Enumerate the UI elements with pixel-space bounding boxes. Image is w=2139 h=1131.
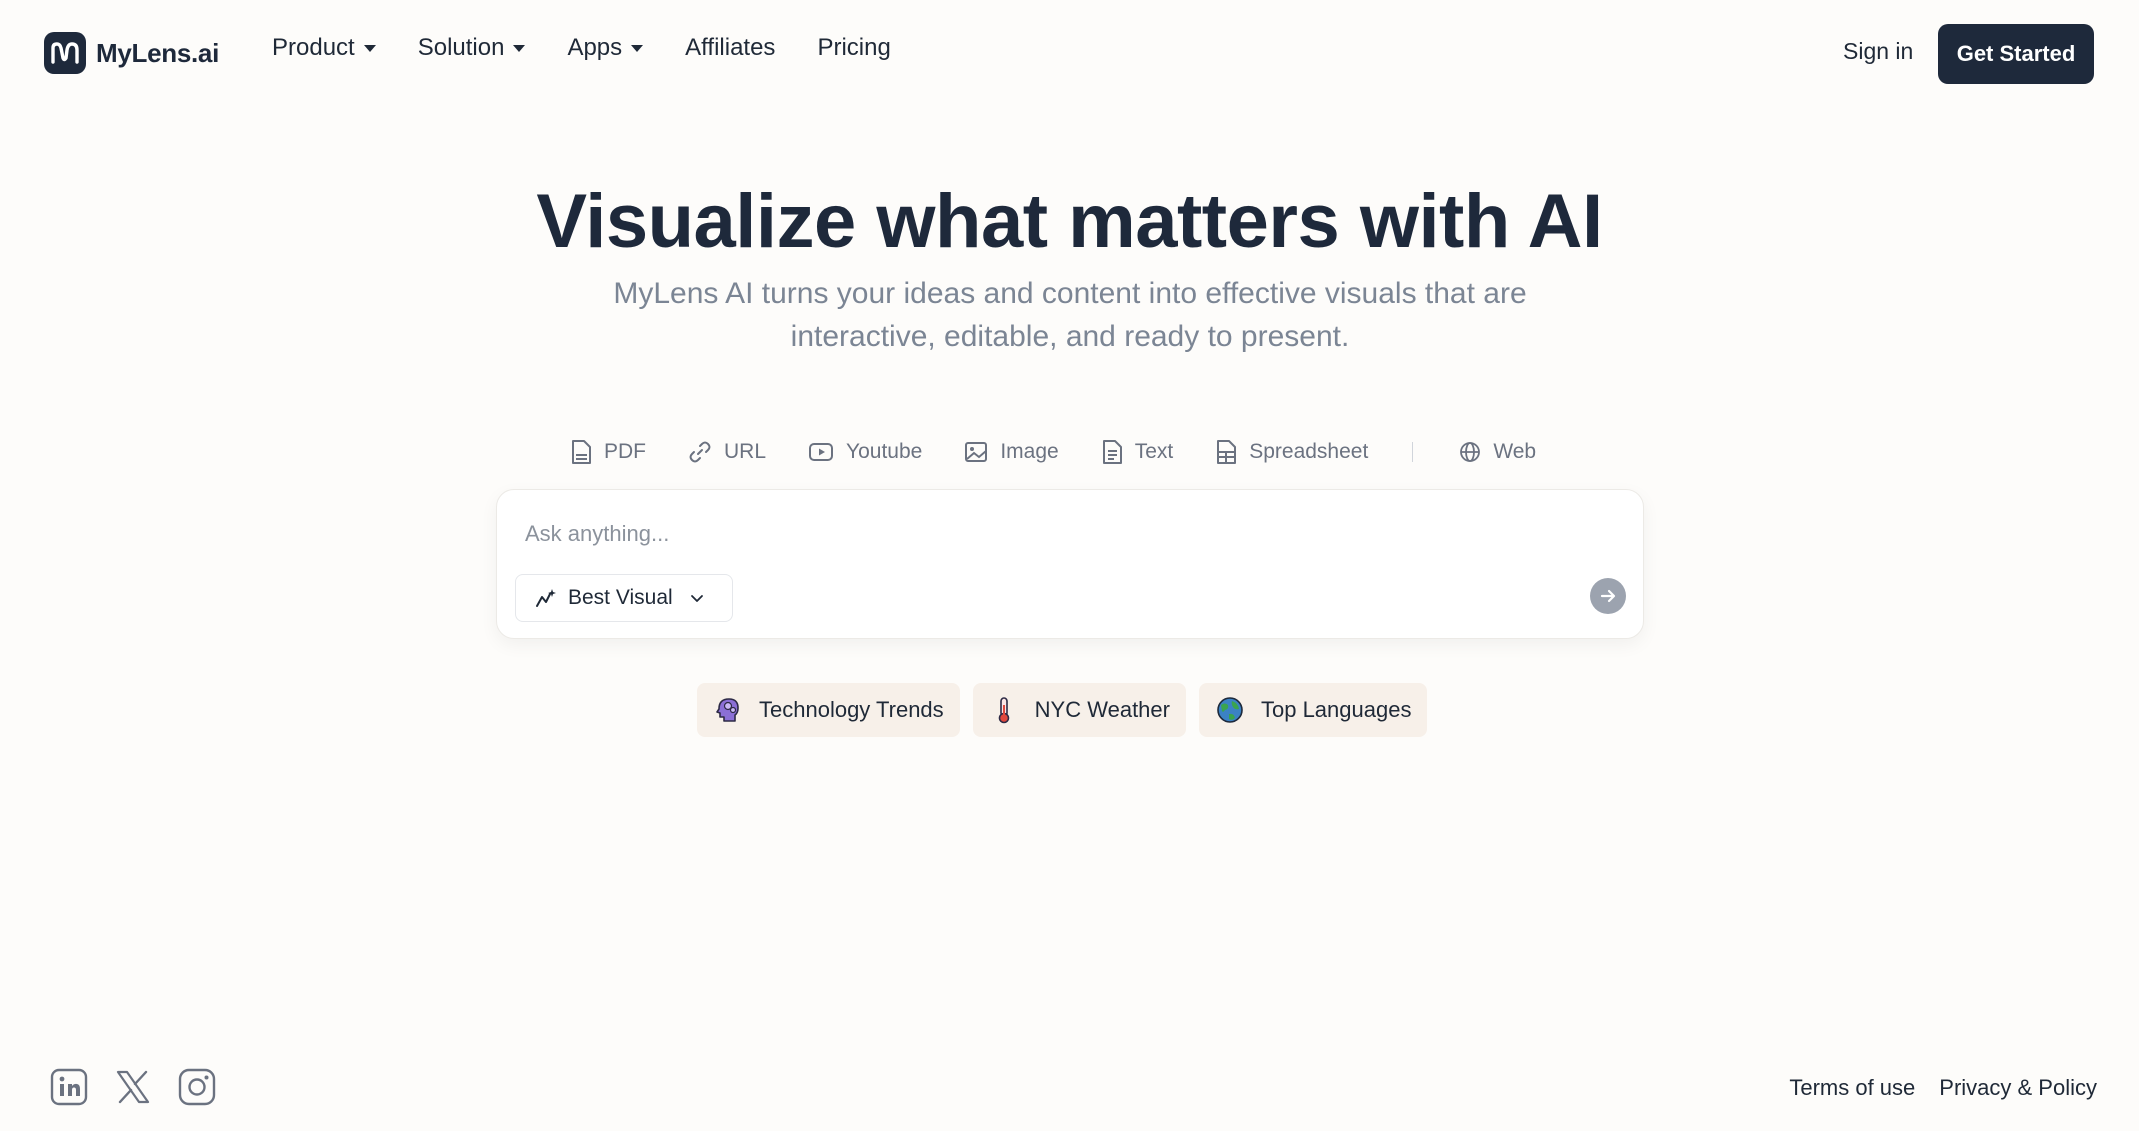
send-button[interactable] [1590, 578, 1626, 614]
nav-apps-label: Apps [567, 34, 623, 61]
source-tab-youtube[interactable]: Youtube [808, 440, 922, 464]
source-tab-pdf[interactable]: PDF [570, 439, 646, 465]
page: MyLens.ai Product Solution Apps Affiliat… [0, 0, 2139, 1131]
ask-input[interactable] [525, 516, 1525, 552]
globe-earth-icon [1215, 695, 1245, 725]
source-tab-label: Web [1493, 440, 1537, 463]
top-nav: MyLens.ai Product Solution Apps Affiliat… [0, 0, 2139, 108]
suggestion-technology-trends[interactable]: Technology Trends [697, 683, 960, 737]
image-icon [965, 442, 988, 462]
x-icon [116, 1070, 150, 1104]
suggestion-label: Top Languages [1260, 697, 1412, 722]
linkedin-link[interactable] [50, 1068, 88, 1106]
suggestion-chips: Technology Trends NYC Weather Top Langua… [697, 683, 1428, 737]
source-tab-label: Youtube [846, 440, 923, 463]
instagram-link[interactable] [178, 1068, 216, 1106]
sparkle-chart-icon [536, 589, 556, 607]
caret-down-icon [363, 44, 376, 52]
terms-of-use-link[interactable]: Terms of use [1789, 1075, 1915, 1101]
footer-links: Terms of use Privacy & Policy [1789, 1075, 2097, 1101]
source-tab-label: Text [1134, 440, 1174, 463]
x-link[interactable] [114, 1068, 152, 1106]
visual-mode-select[interactable]: Best Visual [515, 574, 733, 622]
nav-solution-label: Solution [417, 34, 505, 61]
globe-icon [1460, 442, 1481, 462]
suggestion-nyc-weather[interactable]: NYC Weather [972, 683, 1186, 737]
suggestion-label: NYC Weather [1034, 697, 1170, 722]
nav-affiliates[interactable]: Affiliates [685, 34, 775, 62]
source-tab-web[interactable]: Web [1459, 440, 1536, 464]
source-tab-url[interactable]: URL [688, 440, 766, 464]
pdf-file-icon [572, 440, 591, 464]
logo-mark-icon [44, 32, 86, 74]
source-tabs: PDF URL Youtube Image Text Spreadsheet W… [570, 436, 1578, 468]
source-divider [1412, 442, 1414, 462]
source-tab-label: Image [1000, 440, 1059, 463]
hero-title: Visualize what matters with AI [536, 179, 1603, 264]
nav-pricing[interactable]: Pricing [817, 34, 890, 62]
linkedin-icon [50, 1068, 88, 1106]
nav-product[interactable]: Product [272, 34, 376, 62]
sign-in-link[interactable]: Sign in [1843, 38, 1913, 65]
logo-text: MyLens.ai [96, 37, 220, 68]
thermometer-icon [989, 695, 1019, 725]
arrow-right-icon [1600, 589, 1616, 603]
source-tab-label: PDF [604, 440, 646, 463]
youtube-icon [809, 443, 834, 461]
brain-head-icon [713, 695, 743, 725]
main-nav: Product Solution Apps Affiliates Pricing [272, 34, 891, 62]
privacy-policy-link[interactable]: Privacy & Policy [1939, 1075, 2097, 1101]
link-icon [689, 441, 711, 463]
nav-solution[interactable]: Solution [418, 34, 526, 62]
get-started-button[interactable]: Get Started [1938, 24, 2094, 84]
source-tab-text[interactable]: Text [1101, 439, 1174, 465]
instagram-icon [178, 1068, 216, 1106]
source-tab-spreadsheet[interactable]: Spreadsheet [1215, 439, 1368, 465]
source-tab-label: Spreadsheet [1249, 440, 1369, 463]
nav-affiliates-label: Affiliates [685, 34, 776, 61]
hero-subtitle: MyLens AI turns your ideas and content i… [613, 277, 1527, 353]
ask-box: Best Visual [496, 489, 1644, 639]
source-tab-image[interactable]: Image [964, 440, 1059, 464]
nav-product-label: Product [272, 34, 355, 61]
caret-down-icon [631, 44, 644, 52]
nav-pricing-label: Pricing [817, 34, 891, 61]
chevron-down-icon [690, 595, 703, 602]
suggestion-label: Technology Trends [759, 697, 944, 722]
nav-apps[interactable]: Apps [567, 34, 644, 62]
visual-mode-label: Best Visual [568, 586, 673, 609]
suggestion-top-languages[interactable]: Top Languages [1198, 683, 1428, 737]
source-tab-label: URL [724, 440, 767, 463]
text-file-icon [1102, 440, 1122, 464]
social-links [50, 1068, 216, 1106]
caret-down-icon [513, 44, 526, 52]
logo-link[interactable]: MyLens.ai [44, 32, 219, 74]
spreadsheet-icon [1217, 440, 1237, 464]
